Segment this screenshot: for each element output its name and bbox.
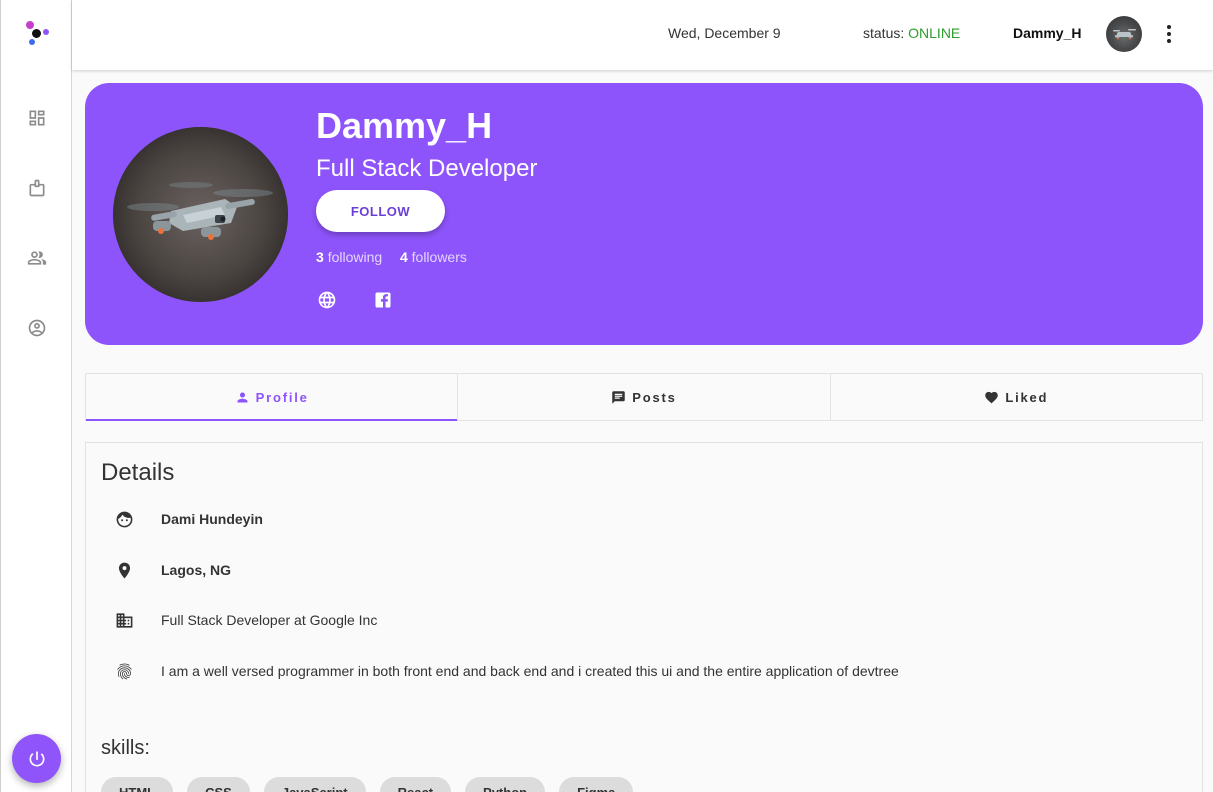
sidebar [0, 0, 72, 792]
profile-role: Full Stack Developer [316, 155, 538, 182]
followers-label[interactable]: followers [412, 249, 467, 265]
detail-work: Full Stack Developer at Google Inc [114, 608, 377, 632]
account-circle-icon[interactable] [25, 316, 49, 340]
profile-banner: Dammy_H Full Stack Developer FOLLOW 3 fo… [85, 83, 1203, 345]
topbar-avatar[interactable] [1106, 16, 1142, 52]
work: Full Stack Developer at Google Inc [161, 612, 378, 628]
tab-liked-label: Liked [1005, 389, 1049, 405]
details-title: Details [101, 459, 175, 486]
power-icon [29, 751, 44, 766]
profile-username: Dammy_H [316, 105, 493, 146]
status-value: ONLINE [908, 25, 961, 41]
status-indicator: status: ONLINE [863, 25, 960, 41]
skill-chip: Python [465, 777, 546, 792]
follow-stats: 3 following 4 followers [316, 249, 467, 265]
tab-posts-label: Posts [632, 389, 677, 405]
status-label: status: [863, 25, 909, 41]
tab-profile-label: Profile [255, 389, 309, 405]
followers-count: 4 [399, 249, 408, 265]
following-label[interactable]: following [328, 249, 382, 265]
topbar-username[interactable]: Dammy_H [1013, 25, 1081, 41]
details-card: Details Dami Hundeyin Lagos, NG Full Sta… [85, 442, 1203, 792]
skill-chip: CSS [187, 777, 250, 792]
logout-button[interactable] [12, 734, 61, 783]
profile-avatar [113, 127, 288, 302]
location-pin-icon [114, 560, 134, 580]
skills-list: HTML CSS JavaScript React Python Figma [101, 777, 634, 792]
top-bar: Wed, December 9 status: ONLINE Dammy_H [72, 0, 1213, 70]
more-vert-icon[interactable] [1159, 22, 1179, 46]
follow-button[interactable]: FOLLOW [316, 190, 445, 232]
clipboard-icon[interactable] [25, 176, 49, 200]
heart-icon [985, 391, 999, 403]
profile-tabs: Profile Posts Liked [85, 373, 1203, 421]
skill-chip: HTML [101, 777, 174, 792]
people-icon[interactable] [25, 246, 49, 270]
facebook-icon[interactable] [373, 290, 393, 310]
detail-full-name: Dami Hundeyin [114, 507, 263, 531]
dashboard-icon[interactable] [25, 106, 49, 130]
skill-chip: JavaScript [263, 777, 366, 792]
devtree-logo[interactable] [23, 20, 51, 48]
skills-title: skills: [101, 737, 150, 759]
tab-profile[interactable]: Profile [86, 374, 459, 421]
tab-posts[interactable]: Posts [458, 374, 831, 420]
current-date: Wed, December 9 [668, 25, 781, 41]
fingerprint-icon [114, 661, 134, 681]
person-icon [237, 392, 248, 402]
bio: I am a well versed programmer in both fr… [161, 663, 899, 679]
business-icon [114, 610, 134, 630]
location: Lagos, NG [161, 562, 232, 578]
full-name: Dami Hundeyin [161, 511, 263, 527]
skill-chip: Figma [559, 777, 634, 792]
following-count: 3 [316, 249, 324, 265]
tab-liked[interactable]: Liked [831, 374, 1202, 420]
detail-bio: I am a well versed programmer in both fr… [114, 659, 899, 683]
face-icon [114, 509, 134, 529]
skill-chip: React [379, 777, 452, 792]
detail-location: Lagos, NG [114, 558, 231, 582]
globe-icon[interactable] [317, 290, 337, 310]
chat-icon [612, 390, 626, 404]
